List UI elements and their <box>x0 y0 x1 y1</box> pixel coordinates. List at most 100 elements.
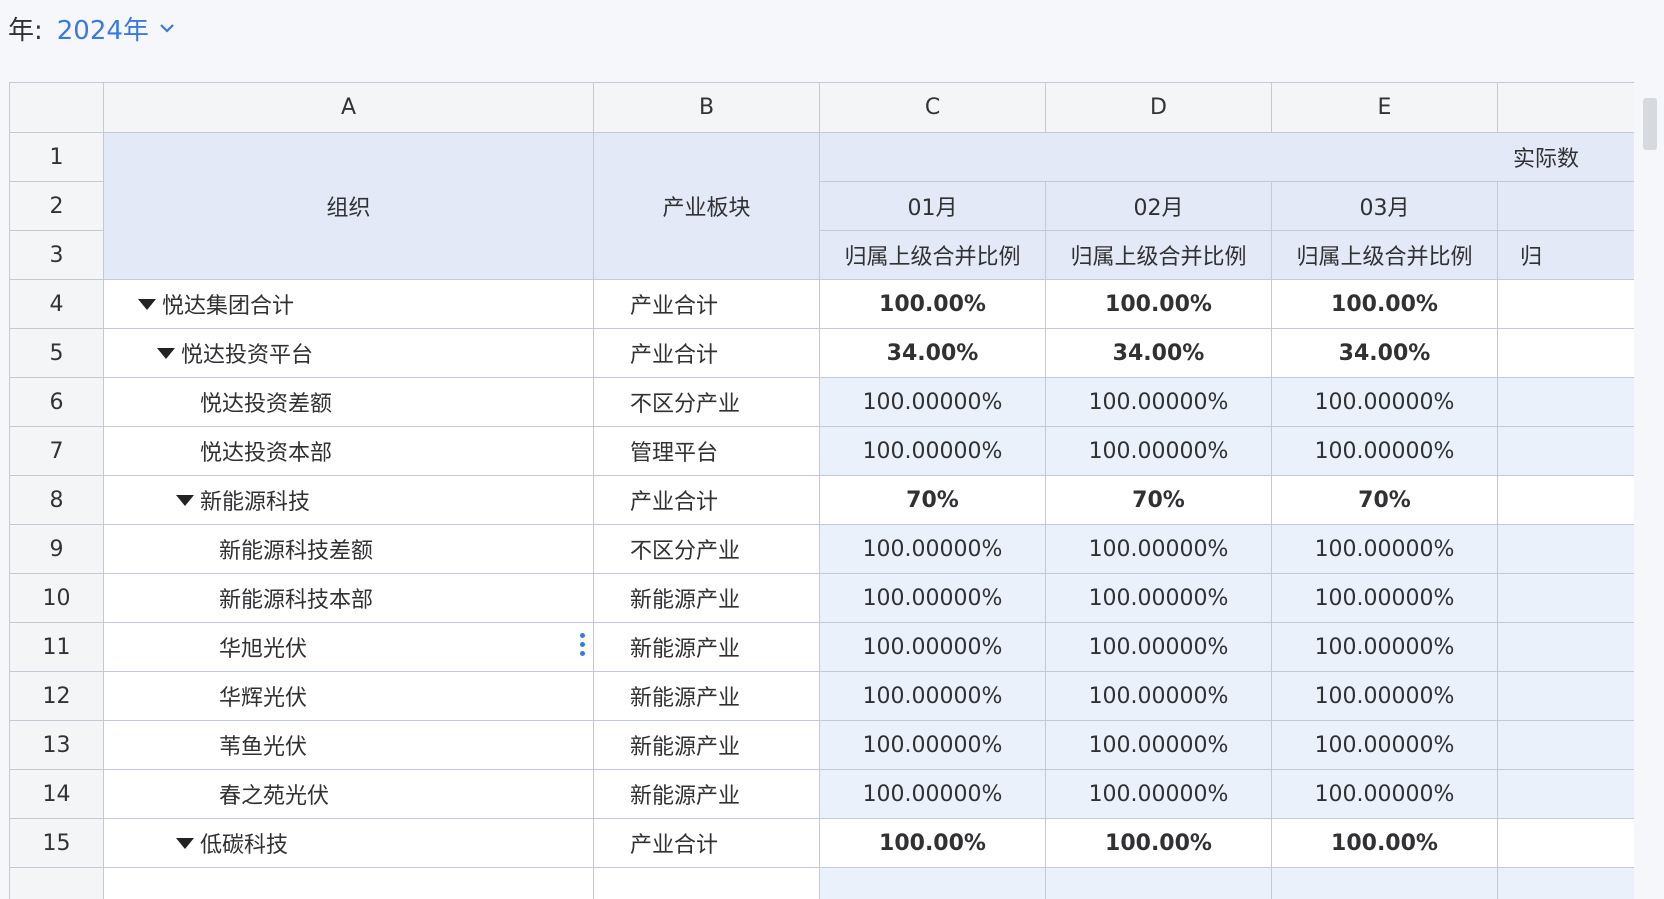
org-cell[interactable]: 悦达集团合计 <box>103 279 594 329</box>
scrollbar-thumb[interactable] <box>1643 98 1657 150</box>
value-cell[interactable] <box>1497 573 1634 623</box>
value-cell[interactable]: 100.00000% <box>819 769 1046 819</box>
year-select[interactable]: 2024年 <box>57 10 175 47</box>
row-number[interactable]: 10 <box>9 573 104 623</box>
value-cell[interactable]: 70% <box>1045 475 1272 525</box>
value-cell[interactable]: 100.00000% <box>1045 622 1272 672</box>
column-header-c[interactable]: C <box>819 82 1046 133</box>
value-cell[interactable] <box>1497 475 1634 525</box>
row-number[interactable]: 12 <box>9 671 104 721</box>
row-number[interactable]: 4 <box>9 279 104 329</box>
value-cell[interactable]: 100.00000% <box>1271 622 1498 672</box>
segment-header[interactable]: 产业板块 <box>593 132 820 280</box>
value-cell[interactable]: 100.00% <box>1045 818 1272 868</box>
vertical-scrollbar[interactable] <box>1640 96 1658 899</box>
value-cell[interactable]: 100.00% <box>819 818 1046 868</box>
value-cell[interactable]: 100.00000% <box>819 622 1046 672</box>
value-cell[interactable] <box>1497 622 1634 672</box>
row-number[interactable]: 15 <box>9 818 104 868</box>
value-cell[interactable]: 100.00000% <box>1045 426 1272 476</box>
segment-cell[interactable]: 产业合计 <box>593 328 820 378</box>
value-cell[interactable] <box>1497 769 1634 819</box>
segment-cell[interactable]: 新能源产业 <box>593 671 820 721</box>
value-cell[interactable] <box>1497 818 1634 868</box>
column-header-b[interactable]: B <box>593 82 820 133</box>
month-header-01[interactable]: 01月 <box>819 181 1046 231</box>
collapse-triangle-icon[interactable] <box>176 837 194 849</box>
value-cell[interactable]: 100.00% <box>1045 279 1272 329</box>
segment-cell[interactable]: 新能源产业 <box>593 720 820 770</box>
segment-cell[interactable]: 新能源产业 <box>593 769 820 819</box>
value-cell[interactable]: 100.00000% <box>1271 671 1498 721</box>
row-number[interactable]: 2 <box>9 181 104 231</box>
value-cell[interactable]: 100.00000% <box>819 573 1046 623</box>
value-cell[interactable]: 100.00000% <box>819 377 1046 427</box>
segment-cell[interactable]: 产业合计 <box>593 279 820 329</box>
value-cell[interactable] <box>1497 328 1634 378</box>
segment-cell[interactable]: 产业合计 <box>593 818 820 868</box>
metric-header-02[interactable]: 归属上级合并比例 <box>1045 230 1272 280</box>
row-number[interactable]: 7 <box>9 426 104 476</box>
value-cell[interactable]: 100.00000% <box>1045 524 1272 574</box>
value-cell[interactable]: 100.00000% <box>1271 426 1498 476</box>
column-header-a[interactable]: A <box>103 82 594 133</box>
value-cell[interactable]: 100.00000% <box>1045 720 1272 770</box>
segment-cell[interactable]: 新能源产业 <box>593 573 820 623</box>
org-cell[interactable]: 华辉光伏 <box>103 671 594 721</box>
value-cell[interactable]: 100.00% <box>1271 279 1498 329</box>
org-cell[interactable]: 悦达投资差额 <box>103 377 594 427</box>
row-number[interactable]: 9 <box>9 524 104 574</box>
org-cell[interactable]: 新能源科技 <box>103 475 594 525</box>
metric-header-03[interactable]: 归属上级合并比例 <box>1271 230 1498 280</box>
value-cell[interactable] <box>1497 720 1634 770</box>
value-cell[interactable]: 100.00000% <box>819 671 1046 721</box>
value-cell[interactable]: 100.00000% <box>1271 524 1498 574</box>
corner-cell[interactable] <box>9 82 104 133</box>
segment-cell[interactable]: 产业合计 <box>593 475 820 525</box>
value-cell[interactable] <box>819 867 1046 899</box>
segment-cell[interactable]: 管理平台 <box>593 426 820 476</box>
org-header[interactable]: 组织 <box>103 132 594 280</box>
value-cell[interactable]: 100.00000% <box>1045 377 1272 427</box>
metric-header-01[interactable]: 归属上级合并比例 <box>819 230 1046 280</box>
value-cell[interactable] <box>1497 524 1634 574</box>
value-cell[interactable]: 100.00000% <box>1271 769 1498 819</box>
value-cell[interactable]: 100.00000% <box>1271 720 1498 770</box>
more-vertical-icon[interactable] <box>579 631 585 658</box>
segment-cell[interactable] <box>593 867 820 899</box>
org-cell[interactable] <box>103 867 594 899</box>
value-cell[interactable]: 100.00% <box>1271 818 1498 868</box>
metric-header-04[interactable]: 归 <box>1497 230 1634 280</box>
value-cell[interactable] <box>1497 867 1634 899</box>
actual-group-header[interactable]: 实际数 <box>819 132 1634 182</box>
value-cell[interactable] <box>1497 279 1634 329</box>
segment-cell[interactable]: 新能源产业 <box>593 622 820 672</box>
value-cell[interactable] <box>1497 671 1634 721</box>
column-header-d[interactable]: D <box>1045 82 1272 133</box>
org-cell[interactable]: 华旭光伏 <box>103 622 594 672</box>
column-header-e[interactable]: E <box>1271 82 1498 133</box>
row-number[interactable]: 6 <box>9 377 104 427</box>
value-cell[interactable]: 34.00% <box>1045 328 1272 378</box>
collapse-triangle-icon[interactable] <box>176 494 194 506</box>
value-cell[interactable]: 34.00% <box>1271 328 1498 378</box>
collapse-triangle-icon[interactable] <box>138 298 156 310</box>
row-number[interactable]: 1 <box>9 132 104 182</box>
row-number[interactable]: 11 <box>9 622 104 672</box>
column-header-f[interactable] <box>1497 82 1634 133</box>
value-cell[interactable]: 34.00% <box>819 328 1046 378</box>
value-cell[interactable] <box>1497 377 1634 427</box>
month-header-04[interactable] <box>1497 181 1634 231</box>
value-cell[interactable]: 100.00000% <box>819 524 1046 574</box>
month-header-03[interactable]: 03月 <box>1271 181 1498 231</box>
value-cell[interactable]: 100.00000% <box>819 426 1046 476</box>
org-cell[interactable]: 春之苑光伏 <box>103 769 594 819</box>
month-header-02[interactable]: 02月 <box>1045 181 1272 231</box>
value-cell[interactable]: 100.00000% <box>1271 573 1498 623</box>
value-cell[interactable]: 100.00000% <box>1271 377 1498 427</box>
row-number[interactable]: 13 <box>9 720 104 770</box>
org-cell[interactable]: 悦达投资本部 <box>103 426 594 476</box>
value-cell[interactable] <box>1271 867 1498 899</box>
value-cell[interactable] <box>1497 426 1634 476</box>
org-cell[interactable]: 新能源科技差额 <box>103 524 594 574</box>
